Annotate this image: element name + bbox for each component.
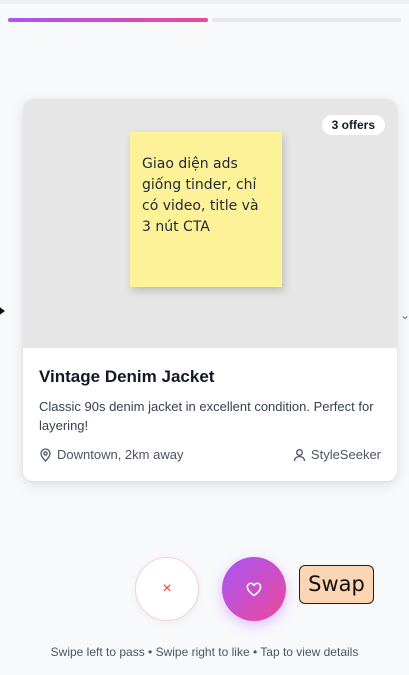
seller-name: StyleSeeker [310,447,381,462]
seller-meta: StyleSeeker [293,447,381,462]
sticky-note-text: Giao diện ads giống tinder, chỉ có video… [142,156,259,235]
swap-button[interactable]: Swap [299,565,374,604]
progress-segment-inactive [212,18,401,22]
story-progress [8,18,401,22]
gesture-hint: Swipe left to pass • Swipe right to like… [50,645,359,659]
user-icon [293,448,306,461]
offers-badge: 3 offers [321,115,385,135]
location-meta: Downtown, 2km away [39,447,183,462]
right-edge-arrow-icon: ⌄ [400,308,409,322]
pass-button[interactable]: × [135,557,199,621]
product-title: Vintage Denim Jacket [39,367,215,386]
sticky-note: Giao diện ads giống tinder, chỉ có video… [130,132,282,287]
top-border [0,0,409,4]
video-area[interactable]: 3 offers Giao diện ads giống tinder, chỉ… [23,99,397,348]
close-icon: × [162,580,172,597]
like-button[interactable] [222,557,286,621]
heart-icon [246,582,262,596]
left-edge-arrow-icon [0,306,5,316]
progress-segment-active [8,18,208,22]
map-pin-icon [40,447,51,462]
location-text: Downtown, 2km away [57,447,184,462]
product-card[interactable]: 3 offers Giao diện ads giống tinder, chỉ… [23,99,397,481]
product-description: Classic 90s denim jacket in excellent co… [39,399,374,433]
